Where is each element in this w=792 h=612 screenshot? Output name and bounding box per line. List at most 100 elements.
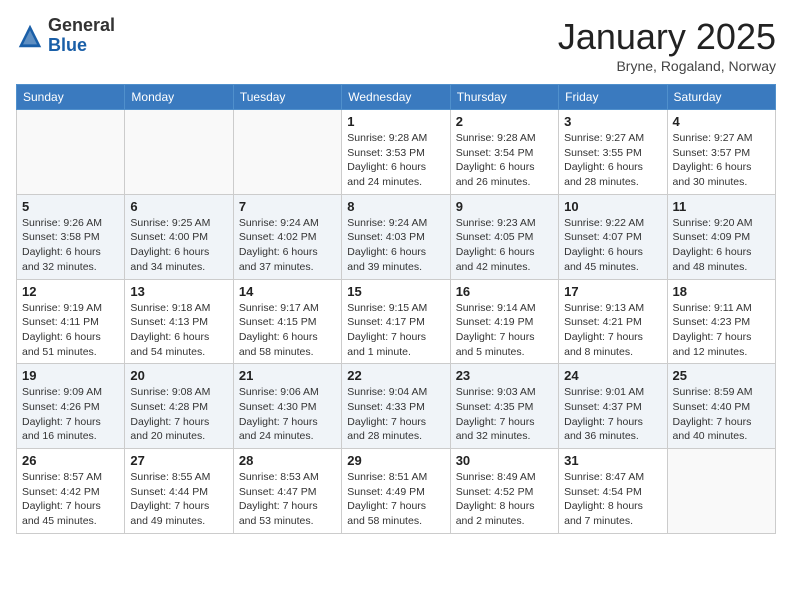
day-info: Sunrise: 9:18 AMSunset: 4:13 PMDaylight:… [130,301,227,360]
table-row: 13 Sunrise: 9:18 AMSunset: 4:13 PMDayligh… [125,279,233,364]
table-row: 28 Sunrise: 8:53 AMSunset: 4:47 PMDayligh… [233,449,341,534]
table-row: 17 Sunrise: 9:13 AMSunset: 4:21 PMDayligh… [559,279,667,364]
day-info: Sunrise: 9:24 AMSunset: 4:02 PMDaylight:… [239,216,336,275]
calendar-week-row: 1Sunrise: 9:28 AMSunset: 3:53 PMDaylight… [17,110,776,195]
table-row: 2 Sunrise: 9:28 AMSunset: 3:54 PMDaylight… [450,110,558,195]
table-row: 6 Sunrise: 9:25 AMSunset: 4:00 PMDaylight… [125,194,233,279]
col-monday: Monday [125,85,233,110]
table-row: 22 Sunrise: 9:04 AMSunset: 4:33 PMDayligh… [342,364,450,449]
day-number: 12 [22,284,119,299]
day-info: Sunrise: 9:03 AMSunset: 4:35 PMDaylight:… [456,385,553,444]
col-sunday: Sunday [17,85,125,110]
table-row: 10 Sunrise: 9:22 AMSunset: 4:07 PMDayligh… [559,194,667,279]
table-row: 27 Sunrise: 8:55 AMSunset: 4:44 PMDayligh… [125,449,233,534]
day-number: 14 [239,284,336,299]
table-row: 23 Sunrise: 9:03 AMSunset: 4:35 PMDayligh… [450,364,558,449]
day-info: Sunrise: 9:25 AMSunset: 4:00 PMDaylight:… [130,216,227,275]
day-info: Sunrise: 9:27 AMSunset: 3:55 PMDaylight:… [564,131,661,190]
main-container: General Blue January 2025 Bryne, Rogalan… [0,0,792,542]
day-info: Sunrise: 9:04 AMSunset: 4:33 PMDaylight:… [347,385,444,444]
logo: General Blue [16,16,115,56]
table-row: 20Sunrise: 9:08 AMSunset: 4:28 PMDayligh… [125,364,233,449]
day-number: 13 [130,284,227,299]
day-info: Sunrise: 9:15 AMSunset: 4:17 PMDaylight:… [347,301,444,360]
day-number: 30 [456,453,553,468]
table-row: 8 Sunrise: 9:24 AMSunset: 4:03 PMDaylight… [342,194,450,279]
table-row: 31 Sunrise: 8:47 AMSunset: 4:54 PMDayligh… [559,449,667,534]
day-number: 19 [22,368,119,383]
day-info: Sunrise: 9:13 AMSunset: 4:21 PMDaylight:… [564,301,661,360]
day-info: Sunrise: 9:09 AMSunset: 4:26 PMDaylight:… [22,385,119,444]
day-info: Sunrise: 9:11 AMSunset: 4:23 PMDaylight:… [673,301,770,360]
calendar-week-row: 5 Sunrise: 9:26 AMSunset: 3:58 PMDaylight… [17,194,776,279]
table-row [17,110,125,195]
day-number: 22 [347,368,444,383]
table-row: 9Sunrise: 9:23 AMSunset: 4:05 PMDaylight… [450,194,558,279]
day-info: Sunrise: 9:17 AMSunset: 4:15 PMDaylight:… [239,301,336,360]
day-info: Sunrise: 8:47 AMSunset: 4:54 PMDaylight:… [564,470,661,529]
logo-general: General [48,16,115,36]
day-number: 26 [22,453,119,468]
col-friday: Friday [559,85,667,110]
table-row: 30 Sunrise: 8:49 AMSunset: 4:52 PMDayligh… [450,449,558,534]
day-number: 6 [130,199,227,214]
day-number: 31 [564,453,661,468]
day-number: 8 [347,199,444,214]
col-wednesday: Wednesday [342,85,450,110]
title-block: January 2025 Bryne, Rogaland, Norway [558,16,776,74]
day-number: 23 [456,368,553,383]
table-row: 1Sunrise: 9:28 AMSunset: 3:53 PMDaylight… [342,110,450,195]
table-row: 26 Sunrise: 8:57 AMSunset: 4:42 PMDayligh… [17,449,125,534]
day-number: 4 [673,114,770,129]
day-number: 18 [673,284,770,299]
day-info: Sunrise: 9:20 AMSunset: 4:09 PMDaylight:… [673,216,770,275]
day-number: 20 [130,368,227,383]
day-info: Sunrise: 9:24 AMSunset: 4:03 PMDaylight:… [347,216,444,275]
day-info: Sunrise: 8:49 AMSunset: 4:52 PMDaylight:… [456,470,553,529]
day-number: 27 [130,453,227,468]
day-info: Sunrise: 8:57 AMSunset: 4:42 PMDaylight:… [22,470,119,529]
day-info: Sunrise: 9:27 AMSunset: 3:57 PMDaylight:… [673,131,770,190]
day-number: 28 [239,453,336,468]
day-info: Sunrise: 8:59 AMSunset: 4:40 PMDaylight:… [673,385,770,444]
table-row [667,449,775,534]
day-info: Sunrise: 9:19 AMSunset: 4:11 PMDaylight:… [22,301,119,360]
day-number: 17 [564,284,661,299]
month-title: January 2025 [558,16,776,58]
day-info: Sunrise: 9:22 AMSunset: 4:07 PMDaylight:… [564,216,661,275]
calendar-week-row: 26 Sunrise: 8:57 AMSunset: 4:42 PMDayligh… [17,449,776,534]
day-number: 11 [673,199,770,214]
calendar-table: Sunday Monday Tuesday Wednesday Thursday… [16,84,776,534]
calendar-week-row: 12 Sunrise: 9:19 AMSunset: 4:11 PMDayligh… [17,279,776,364]
table-row: 19 Sunrise: 9:09 AMSunset: 4:26 PMDayligh… [17,364,125,449]
day-number: 9 [456,199,553,214]
table-row: 4 Sunrise: 9:27 AMSunset: 3:57 PMDaylight… [667,110,775,195]
table-row [233,110,341,195]
header: General Blue January 2025 Bryne, Rogalan… [16,16,776,74]
day-number: 10 [564,199,661,214]
day-number: 24 [564,368,661,383]
logo-icon [16,22,44,50]
table-row: 29Sunrise: 8:51 AMSunset: 4:49 PMDayligh… [342,449,450,534]
day-info: Sunrise: 9:28 AMSunset: 3:54 PMDaylight:… [456,131,553,190]
table-row: 5 Sunrise: 9:26 AMSunset: 3:58 PMDaylight… [17,194,125,279]
location-subtitle: Bryne, Rogaland, Norway [558,58,776,74]
table-row: 3 Sunrise: 9:27 AMSunset: 3:55 PMDaylight… [559,110,667,195]
table-row: 25Sunrise: 8:59 AMSunset: 4:40 PMDayligh… [667,364,775,449]
day-info: Sunrise: 8:53 AMSunset: 4:47 PMDaylight:… [239,470,336,529]
day-number: 7 [239,199,336,214]
day-info: Sunrise: 9:06 AMSunset: 4:30 PMDaylight:… [239,385,336,444]
table-row: 24 Sunrise: 9:01 AMSunset: 4:37 PMDayligh… [559,364,667,449]
day-info: Sunrise: 8:55 AMSunset: 4:44 PMDaylight:… [130,470,227,529]
logo-blue: Blue [48,36,115,56]
table-row [125,110,233,195]
day-info: Sunrise: 9:26 AMSunset: 3:58 PMDaylight:… [22,216,119,275]
day-number: 2 [456,114,553,129]
day-number: 15 [347,284,444,299]
col-thursday: Thursday [450,85,558,110]
day-number: 5 [22,199,119,214]
day-info: Sunrise: 8:51 AMSunset: 4:49 PMDaylight:… [347,470,444,529]
day-info: Sunrise: 9:01 AMSunset: 4:37 PMDaylight:… [564,385,661,444]
day-number: 3 [564,114,661,129]
day-number: 21 [239,368,336,383]
